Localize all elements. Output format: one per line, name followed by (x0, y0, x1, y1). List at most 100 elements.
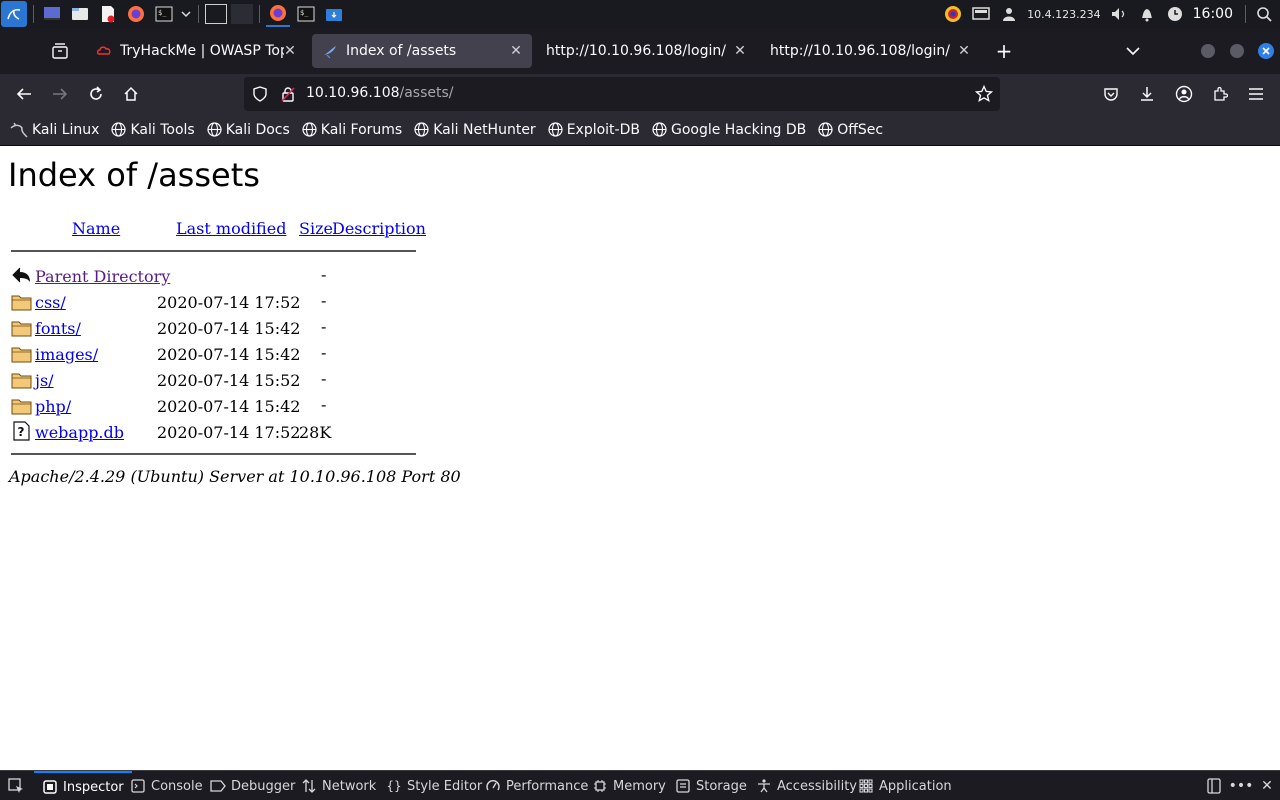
firefox-launcher-icon[interactable] (124, 2, 148, 26)
tab-label: Storage (696, 778, 747, 794)
tryhackme-favicon-icon (96, 46, 111, 55)
more-options-icon[interactable]: ••• (1229, 777, 1254, 795)
tab-inspector[interactable]: Inspector (34, 771, 132, 800)
column-header-last-modified[interactable]: Last modified (176, 219, 286, 238)
url-bar[interactable]: 10.10.96.108/assets/ (244, 77, 1000, 111)
list-item-link[interactable]: fonts/ (35, 319, 81, 338)
volume-icon[interactable] (1107, 2, 1131, 26)
close-tab-icon[interactable]: ✕ (956, 43, 972, 59)
column-header-name[interactable]: Name (72, 219, 120, 238)
footer-divider (11, 453, 416, 455)
session-menu-icon[interactable] (1252, 2, 1276, 26)
globe-icon (111, 122, 127, 137)
close-tab-icon[interactable]: ✕ (732, 43, 748, 59)
globe-icon (548, 122, 563, 137)
list-all-tabs-chevron-icon[interactable] (1121, 39, 1145, 63)
globe-icon (652, 122, 667, 137)
terminal-window-icon[interactable]: $_ (294, 2, 318, 26)
home-icon[interactable] (119, 82, 143, 106)
account-icon[interactable] (1172, 82, 1196, 106)
dock-side-icon[interactable] (1205, 777, 1223, 795)
tab-network[interactable]: Network (301, 771, 376, 800)
downloads-icon[interactable] (1135, 82, 1159, 106)
network-user-icon[interactable] (997, 2, 1021, 26)
list-item-modified: 2020-07-14 15:42 (157, 319, 301, 338)
bookmark-kali-nethunter[interactable]: Kali NetHunter (414, 122, 536, 138)
tab-storage[interactable]: Storage (675, 771, 747, 800)
terminal-launcher-icon[interactable]: $_ (152, 2, 176, 26)
show-desktop-icon[interactable] (40, 2, 64, 26)
kali-menu-icon[interactable] (1, 1, 27, 27)
pocket-icon[interactable] (1099, 82, 1123, 106)
minimize-window-icon[interactable] (1196, 39, 1220, 63)
bookmark-exploit-db[interactable]: Exploit-DB (548, 122, 640, 138)
hamburger-menu-icon[interactable] (1244, 82, 1268, 106)
tracking-protection-shield-icon[interactable] (248, 82, 272, 106)
close-tab-icon[interactable]: ✕ (508, 43, 524, 59)
firefox-view-icon[interactable] (48, 39, 72, 63)
downloads-folder-icon[interactable] (322, 2, 346, 26)
display-icon[interactable] (969, 2, 993, 26)
tab-tryhackme[interactable]: TryHackMe | OWASP Top ✕ (86, 34, 306, 68)
bookmark-kali-forums[interactable]: Kali Forums (302, 122, 402, 138)
firefox-window-icon[interactable] (266, 1, 290, 27)
power-status-icon[interactable] (1163, 2, 1187, 26)
bookmark-kali-tools[interactable]: Kali Tools (111, 121, 195, 138)
column-header-description[interactable]: Description (332, 219, 426, 238)
list-item-size: - (321, 317, 327, 336)
list-item-link[interactable]: css/ (35, 293, 66, 312)
folder-icon (11, 295, 32, 311)
new-tab-plus-icon[interactable]: + (992, 39, 1016, 63)
tab-login-2[interactable]: http://10.10.96.108/login/ ✕ (760, 34, 980, 68)
list-item-link[interactable]: php/ (35, 397, 71, 416)
url-text[interactable]: 10.10.96.108/assets/ (306, 85, 454, 101)
tab-login-1[interactable]: http://10.10.96.108/login/ ✕ (536, 34, 756, 68)
file-manager-icon[interactable] (68, 2, 92, 26)
tab-debugger[interactable]: Debugger (210, 771, 295, 800)
bookmark-google-hacking-db[interactable]: Google Hacking DB (652, 122, 806, 138)
insecure-lock-icon[interactable] (276, 82, 300, 106)
chevron-down-icon[interactable] (180, 2, 192, 26)
vpn-status-icon[interactable] (941, 2, 965, 26)
close-window-icon[interactable] (1254, 39, 1278, 63)
bookmark-kali-docs[interactable]: Kali Docs (207, 122, 290, 138)
list-item-size: - (321, 369, 327, 388)
list-item-link[interactable]: webapp.db (35, 423, 124, 442)
tab-memory[interactable]: Memory (592, 771, 666, 800)
list-item-modified: 2020-07-14 17:52 (157, 423, 301, 442)
reload-icon[interactable] (84, 82, 108, 106)
bookmark-label: Kali Tools (130, 121, 195, 138)
tab-performance[interactable]: Performance (485, 771, 588, 800)
workspace-2[interactable] (231, 4, 253, 24)
bookmark-label: Google Hacking DB (670, 121, 807, 138)
bookmark-offsec[interactable]: OffSec (818, 122, 883, 138)
storage-icon (675, 778, 691, 794)
close-tab-icon[interactable]: ✕ (282, 43, 298, 59)
text-editor-icon[interactable] (96, 2, 120, 26)
maximize-window-icon[interactable] (1225, 39, 1249, 63)
column-header-size[interactable]: Size (299, 219, 333, 238)
bookmark-star-icon[interactable] (972, 82, 996, 106)
extensions-icon[interactable] (1208, 82, 1232, 106)
notifications-bell-icon[interactable] (1135, 2, 1159, 26)
tab-index-assets[interactable]: Index of /assets ✕ (312, 34, 532, 68)
bookmark-kali-linux[interactable]: Kali Linux (10, 122, 99, 138)
tab-accessibility[interactable]: Accessibility (756, 771, 857, 800)
globe-icon (414, 122, 429, 137)
page-content: Index of /assets Name Last modified Size… (0, 146, 1280, 770)
list-item-link[interactable]: Parent Directory (35, 267, 170, 286)
tab-application[interactable]: Application (858, 771, 952, 800)
list-item-link[interactable]: js/ (35, 371, 54, 390)
tab-style-editor[interactable]: {} Style Editor (386, 771, 482, 800)
forward-arrow-icon[interactable] (48, 82, 72, 106)
list-item-link[interactable]: images/ (35, 345, 98, 364)
clock[interactable]: 16:00 (1193, 6, 1233, 22)
navigation-toolbar: 10.10.96.108/assets/ (0, 74, 1280, 114)
workspace-1[interactable] (205, 4, 227, 24)
close-devtools-icon[interactable]: ✕ (1258, 777, 1276, 795)
list-item-size: - (321, 291, 327, 310)
element-picker-icon[interactable] (7, 777, 25, 795)
folder-icon (11, 373, 32, 389)
tab-console[interactable]: Console (130, 771, 203, 800)
back-arrow-icon[interactable] (12, 82, 36, 106)
